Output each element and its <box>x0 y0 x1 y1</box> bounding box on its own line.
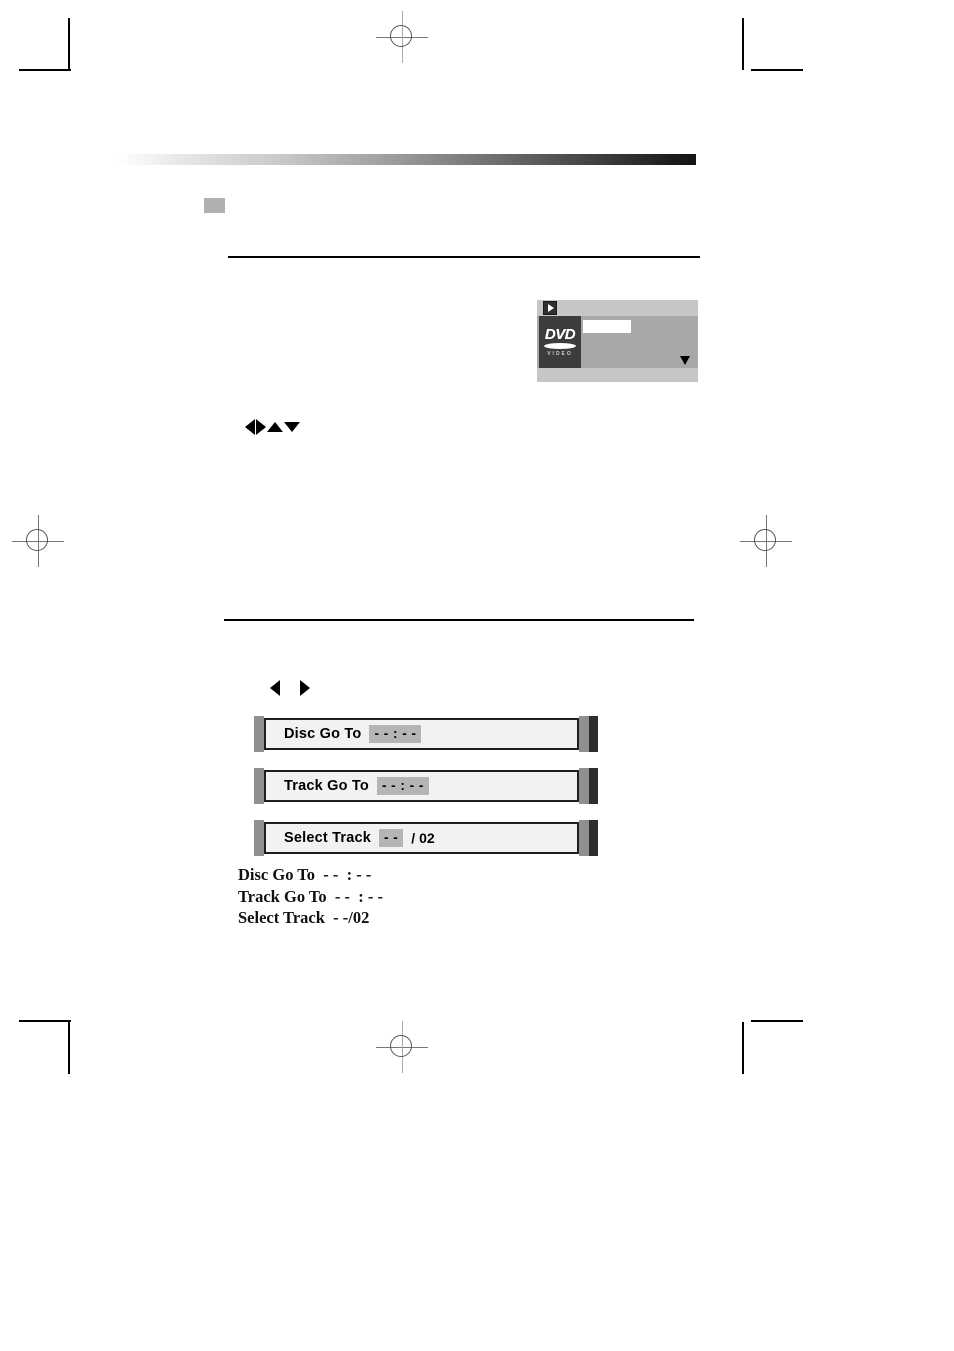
crop-mark-bottom-right-vertical <box>742 1022 744 1074</box>
crop-mark-top-right-horizontal <box>751 69 803 71</box>
dvd-logo-oval <box>544 343 576 349</box>
dvd-osd-panel: DVD VIDEO <box>537 300 698 382</box>
crop-mark-bottom-left-horizontal <box>19 1020 71 1022</box>
menu-bar-label: Select Track <box>284 830 372 846</box>
osd-footer-bar <box>537 368 698 382</box>
arrow-up-icon <box>267 422 283 432</box>
registration-mark-right <box>740 515 792 567</box>
arrow-right-icon <box>256 419 266 435</box>
menu-bar-inner: Disc Go To - - : - - <box>264 718 579 750</box>
arrow-right-icon <box>300 680 310 696</box>
arrow-left-icon <box>270 680 280 696</box>
caption-line-disc-go-to: Disc Go To - - : - - <box>238 865 372 884</box>
menu-bar-left-band <box>254 716 264 752</box>
menu-bar-right-band <box>579 716 589 752</box>
arrow-down-icon <box>284 422 300 432</box>
caption-line-select-track: Select Track - -/02 <box>238 908 370 927</box>
registration-ring <box>390 1035 412 1057</box>
menu-bar-right-band <box>579 768 589 804</box>
play-icon <box>543 301 557 315</box>
triangle-down-icon[interactable] <box>680 356 690 365</box>
crop-mark-bottom-left-vertical <box>68 1022 70 1074</box>
registration-mark-bottom <box>376 1021 428 1073</box>
header-gradient-band <box>118 154 696 165</box>
crop-mark-bottom-right-horizontal <box>751 1020 803 1022</box>
menu-bar-label: Disc Go To <box>284 726 362 742</box>
menu-bar-label: Track Go To <box>284 778 369 794</box>
osd-title-bar <box>537 300 698 316</box>
menu-bar-shadow <box>589 768 598 804</box>
crop-mark-top-right-vertical <box>742 18 744 70</box>
registration-ring <box>26 529 48 551</box>
menu-bar-left-band <box>254 820 264 856</box>
registration-ring <box>390 25 412 47</box>
menu-bar-track-go-to[interactable]: Track Go To - - : - - <box>254 768 598 804</box>
crop-mark-top-left-horizontal <box>19 69 71 71</box>
menu-bar-shadow <box>589 716 598 752</box>
menu-bar-right-band <box>579 820 589 856</box>
dvd-video-logo: DVD VIDEO <box>539 316 581 368</box>
registration-mark-top <box>376 11 428 63</box>
registration-ring <box>754 529 776 551</box>
crop-mark-top-left-vertical <box>68 18 70 70</box>
caption-line-track-go-to: Track Go To - - : - - <box>238 886 383 906</box>
menu-bar-shadow <box>589 820 598 856</box>
arrow-left-icon <box>245 419 255 435</box>
left-right-arrow-group <box>270 680 310 696</box>
navigation-arrow-group <box>245 419 300 435</box>
menu-bar-value[interactable]: - - <box>379 828 404 848</box>
caption-list: Disc Go To - - : - - Track Go To - - : -… <box>238 864 383 929</box>
dvd-logo-word: DVD <box>544 326 576 343</box>
menu-bar-select-track[interactable]: Select Track - - / 02 <box>254 820 598 856</box>
dvd-logo-subtext: VIDEO <box>547 351 573 357</box>
section-marker-square <box>204 198 225 213</box>
section-divider-top <box>228 256 700 258</box>
menu-bar-value[interactable]: - - : - - <box>376 776 429 796</box>
menu-bar-total: / 02 <box>411 830 435 846</box>
osd-body: DVD VIDEO <box>537 316 698 368</box>
menu-bar-left-band <box>254 768 264 804</box>
registration-mark-left <box>12 515 64 567</box>
menu-bar-inner: Track Go To - - : - - <box>264 770 579 802</box>
section-divider-middle <box>224 619 694 621</box>
menu-bar-value[interactable]: - - : - - <box>369 724 422 744</box>
osd-input-field[interactable] <box>583 320 631 333</box>
menu-bar-disc-go-to[interactable]: Disc Go To - - : - - <box>254 716 598 752</box>
play-triangle-icon <box>548 304 554 312</box>
menu-bar-inner: Select Track - - / 02 <box>264 822 579 854</box>
